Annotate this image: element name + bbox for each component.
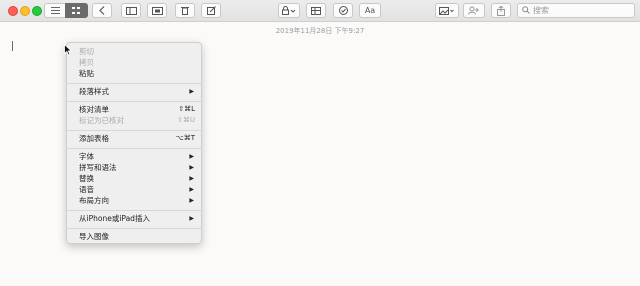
menu-item-label: 标记为已核对 bbox=[79, 116, 124, 125]
back-button[interactable] bbox=[92, 3, 112, 18]
attachments-button[interactable] bbox=[147, 3, 167, 18]
menu-separator bbox=[67, 210, 201, 211]
gallery-view-icon bbox=[72, 7, 80, 14]
menu-item-copy: 拷贝 bbox=[67, 57, 201, 68]
format-button[interactable]: Aa bbox=[359, 3, 381, 18]
compose-button[interactable] bbox=[201, 3, 221, 18]
menu-item-import-image[interactable]: 导入图像 bbox=[67, 231, 201, 242]
menu-separator bbox=[67, 83, 201, 84]
menu-item-label: 粘贴 bbox=[79, 69, 94, 78]
delete-button[interactable] bbox=[175, 3, 195, 18]
list-view-button[interactable] bbox=[45, 4, 65, 17]
menu-item-add-table[interactable]: 添加表格 ⌥⌘T bbox=[67, 133, 201, 144]
submenu-arrow-icon: ▶ bbox=[189, 164, 194, 171]
menu-item-layout-direction[interactable]: 布局方向 ▶ bbox=[67, 195, 201, 206]
menu-item-shortcut: ⌥⌘T bbox=[175, 134, 195, 142]
menu-item-label: 核对清单 bbox=[79, 105, 109, 114]
menu-item-shortcut: ⇧⌘L bbox=[178, 105, 195, 113]
menu-item-speech[interactable]: 语音 ▶ bbox=[67, 184, 201, 195]
checkmark-circle-icon bbox=[338, 6, 348, 15]
search-field[interactable]: 搜索 bbox=[517, 3, 635, 18]
share-button[interactable] bbox=[491, 3, 511, 18]
view-toggle-segment bbox=[44, 3, 88, 18]
add-people-button[interactable] bbox=[463, 3, 485, 18]
text-caret bbox=[12, 41, 13, 51]
menu-item-paragraph-style[interactable]: 段落样式 ▶ bbox=[67, 86, 201, 97]
menu-item-label: 字体 bbox=[79, 152, 94, 161]
menu-item-checklist[interactable]: 核对清单 ⇧⌘L bbox=[67, 104, 201, 115]
trash-icon bbox=[181, 7, 189, 15]
menu-item-shortcut: ⇧⌘U bbox=[177, 116, 195, 124]
menu-item-mark-checked: 标记为已核对 ⇧⌘U bbox=[67, 115, 201, 126]
photo-icon bbox=[439, 6, 454, 15]
menu-item-label: 语音 bbox=[79, 185, 94, 194]
menu-separator bbox=[67, 130, 201, 131]
menu-item-label: 剪切 bbox=[79, 47, 94, 56]
list-view-icon bbox=[50, 7, 60, 14]
context-menu: 剪切 拷贝 粘贴 段落样式 ▶ 核对清单 ⇧⌘L 标记为已核对 ⇧⌘U 添加表格… bbox=[66, 42, 202, 244]
sidebar-icon bbox=[125, 6, 137, 15]
share-icon bbox=[497, 5, 505, 16]
menu-separator bbox=[67, 148, 201, 149]
add-people-icon bbox=[468, 6, 479, 15]
menu-item-substitutions[interactable]: 替换 ▶ bbox=[67, 173, 201, 184]
checklist-button[interactable] bbox=[333, 3, 353, 18]
search-placeholder: 搜索 bbox=[533, 6, 549, 15]
menu-item-label: 导入图像 bbox=[79, 232, 109, 241]
menu-item-label: 拷贝 bbox=[79, 58, 94, 67]
compose-icon bbox=[206, 6, 216, 15]
menu-item-label: 替换 bbox=[79, 174, 94, 183]
zoom-window-button[interactable] bbox=[32, 6, 42, 16]
menu-item-label: 从iPhone或iPad插入 bbox=[79, 214, 150, 223]
chevron-left-icon bbox=[99, 6, 105, 15]
submenu-arrow-icon: ▶ bbox=[189, 153, 194, 160]
attachments-icon bbox=[151, 6, 163, 15]
submenu-arrow-icon: ▶ bbox=[189, 197, 194, 204]
toolbar: Aa 搜索 bbox=[0, 0, 640, 22]
mouse-pointer-icon bbox=[64, 44, 72, 56]
submenu-arrow-icon: ▶ bbox=[189, 175, 194, 182]
menu-separator bbox=[67, 228, 201, 229]
menu-item-font[interactable]: 字体 ▶ bbox=[67, 151, 201, 162]
menu-item-cut: 剪切 bbox=[67, 46, 201, 57]
menu-item-label: 段落样式 bbox=[79, 87, 109, 96]
menu-item-insert-from-iphone[interactable]: 从iPhone或iPad插入 ▶ bbox=[67, 213, 201, 224]
menu-item-label: 拼写和语法 bbox=[79, 163, 117, 172]
minimize-window-button[interactable] bbox=[20, 6, 30, 16]
table-button[interactable] bbox=[306, 3, 326, 18]
gallery-view-button[interactable] bbox=[65, 3, 88, 18]
submenu-arrow-icon: ▶ bbox=[189, 215, 194, 222]
lock-icon bbox=[282, 6, 296, 15]
menu-item-paste[interactable]: 粘贴 bbox=[67, 68, 201, 79]
menu-item-label: 布局方向 bbox=[79, 196, 109, 205]
sidebar-toggle-button[interactable] bbox=[121, 3, 141, 18]
menu-separator bbox=[67, 101, 201, 102]
search-icon bbox=[522, 6, 530, 14]
media-button[interactable] bbox=[435, 3, 459, 18]
format-label: Aa bbox=[364, 6, 376, 15]
submenu-arrow-icon: ▶ bbox=[189, 186, 194, 193]
menu-item-label: 添加表格 bbox=[79, 134, 109, 143]
close-window-button[interactable] bbox=[8, 6, 18, 16]
table-icon bbox=[311, 6, 321, 15]
lock-note-button[interactable] bbox=[278, 3, 300, 18]
submenu-arrow-icon: ▶ bbox=[189, 88, 194, 95]
note-date: 2019年11月28日 下午9:27 bbox=[275, 27, 365, 35]
menu-item-spelling[interactable]: 拼写和语法 ▶ bbox=[67, 162, 201, 173]
